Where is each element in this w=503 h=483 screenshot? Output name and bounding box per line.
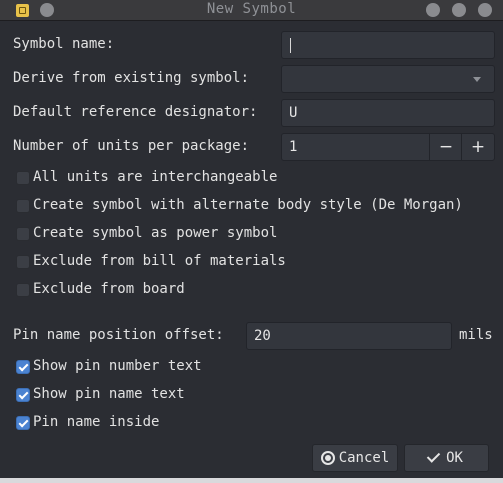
de-morgan-label: Create symbol with alternate body style …	[33, 197, 463, 213]
interchangeable-checkbox[interactable]	[16, 171, 30, 185]
ok-button[interactable]: OK	[404, 444, 489, 472]
derive-from-combobox[interactable]	[281, 65, 495, 93]
ref-designator-label: Default reference designator:	[13, 104, 258, 120]
ref-designator-input[interactable]: U	[281, 99, 495, 127]
increment-button[interactable]: +	[461, 134, 494, 160]
ref-designator-value: U	[289, 105, 298, 121]
derive-from-label: Derive from existing symbol:	[13, 70, 250, 86]
title-bar[interactable]: New Symbol	[0, 0, 503, 21]
checkmark-icon	[426, 449, 441, 463]
cancel-label: Cancel	[338, 450, 390, 466]
exclude-bom-label: Exclude from bill of materials	[33, 253, 286, 269]
decrement-button[interactable]: −	[429, 134, 462, 160]
close-button[interactable]	[478, 3, 492, 17]
exclude-board-checkbox[interactable]	[16, 283, 30, 297]
window-bottom-edge	[0, 478, 503, 483]
show-pin-number-checkbox[interactable]	[16, 360, 30, 374]
show-pin-number-label: Show pin number text	[33, 358, 202, 374]
pin-offset-input[interactable]: 20	[246, 322, 452, 350]
pin-name-inside-label: Pin name inside	[33, 414, 160, 430]
pin-name-inside-checkbox[interactable]	[16, 416, 30, 430]
cancel-button[interactable]: Cancel	[312, 444, 398, 472]
symbol-name-label: Symbol name:	[13, 36, 115, 52]
interchangeable-label: All units are interchangeable	[33, 169, 278, 185]
exclude-board-label: Exclude from board	[33, 281, 185, 297]
cancel-icon	[320, 451, 335, 465]
show-pin-name-label: Show pin name text	[33, 386, 185, 402]
show-pin-name-checkbox[interactable]	[16, 388, 30, 402]
chevron-down-icon[interactable]	[460, 66, 494, 92]
power-symbol-checkbox[interactable]	[16, 227, 30, 241]
power-symbol-label: Create symbol as power symbol	[33, 225, 278, 241]
text-caret	[290, 38, 291, 53]
symbol-name-input[interactable]	[281, 31, 495, 59]
minimize-button[interactable]	[426, 3, 440, 17]
maximize-button[interactable]	[452, 3, 466, 17]
units-per-package-value: 1	[289, 139, 298, 155]
de-morgan-checkbox[interactable]	[16, 199, 30, 213]
pin-offset-label: Pin name position offset:	[13, 327, 224, 343]
units-per-package-label: Number of units per package:	[13, 138, 250, 154]
ok-label: OK	[446, 450, 463, 466]
units-per-package-spinner[interactable]: 1 − +	[281, 133, 495, 161]
pin-offset-unit: mils	[459, 327, 493, 343]
exclude-bom-checkbox[interactable]	[16, 255, 30, 269]
pin-offset-value: 20	[254, 328, 271, 344]
